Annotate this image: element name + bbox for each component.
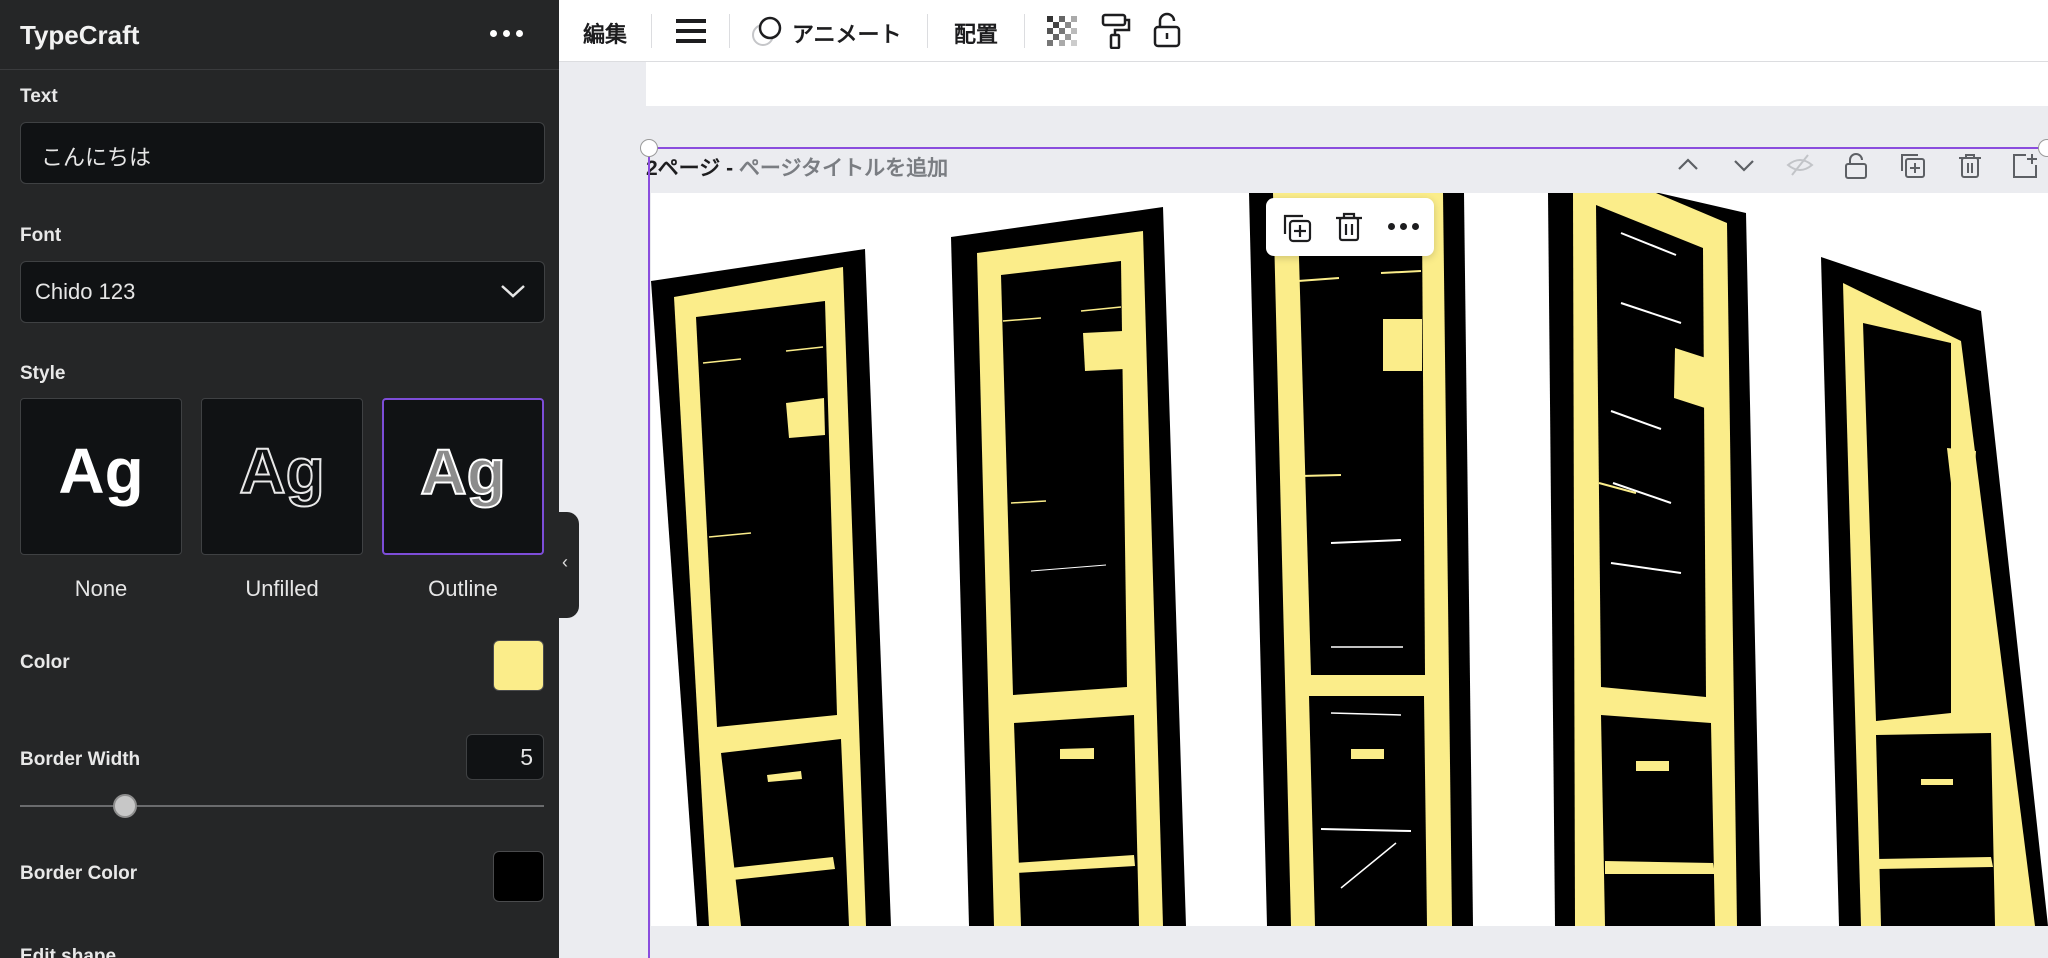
font-select[interactable]: Chido 123 <box>20 261 545 323</box>
text-input[interactable]: こんにちは <box>20 122 545 184</box>
style-label: Style <box>20 363 66 384</box>
style-option-none[interactable]: Ag <box>20 398 182 555</box>
duplicate-icon[interactable] <box>1282 213 1312 243</box>
selection-border-left <box>648 148 650 958</box>
border-color-label: Border Color <box>20 863 138 884</box>
delete-icon[interactable] <box>1958 153 1982 179</box>
page-1-canvas[interactable] <box>646 62 2048 106</box>
artwork-glyph[interactable] <box>651 249 891 926</box>
artwork-glyph[interactable] <box>1548 193 1761 926</box>
toolbar-divider <box>927 14 928 48</box>
style-label-unfilled: Unfilled <box>245 576 319 601</box>
lock-icon[interactable] <box>1844 153 1868 179</box>
chevron-down-icon[interactable] <box>1732 153 1756 177</box>
color-swatch[interactable] <box>493 640 544 691</box>
style-sample-unfilled: Ag <box>238 434 325 508</box>
page-2-canvas[interactable] <box>651 193 2048 926</box>
border-width-input[interactable]: 5 <box>466 734 544 780</box>
add-page-icon[interactable] <box>2012 153 2038 179</box>
style-label-outline: Outline <box>428 576 498 601</box>
toolbar-divider <box>729 14 730 48</box>
top-toolbar: 編集 アニメート 配置 <box>559 0 2048 62</box>
color-label: Color <box>20 652 70 673</box>
border-width-label: Border Width <box>20 749 141 770</box>
panel-header: TypeCraft <box>0 0 559 70</box>
lock-icon[interactable] <box>1153 12 1181 48</box>
style-option-outline[interactable]: Ag <box>382 398 544 555</box>
animate-button[interactable]: アニメート <box>792 17 902 49</box>
page-title-bar[interactable]: 2ページ - ページタイトルを追加 <box>646 152 948 182</box>
animate-icon[interactable] <box>751 15 783 47</box>
chevron-up-icon[interactable] <box>1676 153 1700 177</box>
artwork-glyph[interactable] <box>1249 193 1473 926</box>
hide-icon[interactable] <box>1786 153 1814 177</box>
delete-icon[interactable] <box>1335 212 1363 242</box>
border-width-slider-thumb[interactable] <box>112 794 137 818</box>
resize-handle-top-right[interactable] <box>2038 139 2048 157</box>
chevron-left-icon: ‹ <box>562 552 568 572</box>
toolbar-divider <box>1024 14 1025 48</box>
edit-shape-label: Edit shape <box>20 946 117 958</box>
menu-icon[interactable] <box>676 18 706 44</box>
duplicate-icon[interactable] <box>1900 153 1926 179</box>
artwork-glyph[interactable] <box>951 207 1186 926</box>
paint-roller-icon[interactable] <box>1101 13 1131 49</box>
border-color-swatch[interactable] <box>493 851 544 902</box>
style-sample-none: Ag <box>58 435 144 507</box>
typecraft-panel: TypeCraft Text こんにちは Font Chido 123 Styl… <box>0 0 559 958</box>
page-title-placeholder[interactable]: ページタイトルを追加 <box>739 157 948 180</box>
edit-button[interactable]: 編集 <box>583 17 627 49</box>
typography-artwork[interactable] <box>651 193 2048 926</box>
toolbar-divider <box>651 14 652 48</box>
transparency-icon[interactable] <box>1047 16 1077 46</box>
collapse-panel-button[interactable]: ‹ <box>559 512 579 618</box>
resize-handle-top-left[interactable] <box>640 139 658 157</box>
more-icon[interactable] <box>1388 223 1420 231</box>
artwork-glyph[interactable] <box>1821 257 2048 926</box>
text-input-value: こんにちは <box>41 145 152 170</box>
style-sample-outline: Ag <box>419 435 506 509</box>
font-label: Font <box>20 225 62 246</box>
text-label: Text <box>20 86 58 107</box>
app-title: TypeCraft <box>20 20 140 50</box>
font-select-value: Chido 123 <box>35 279 136 304</box>
element-context-menu <box>1266 198 1434 256</box>
page-number: 2ページ - <box>646 157 739 180</box>
selection-border-top <box>648 147 2048 149</box>
position-button[interactable]: 配置 <box>954 17 998 49</box>
style-label-none: None <box>74 576 128 601</box>
chevron-down-icon <box>501 285 525 298</box>
style-option-unfilled[interactable]: Ag <box>201 398 363 555</box>
more-options-icon[interactable] <box>490 28 526 40</box>
border-width-slider[interactable] <box>20 805 544 807</box>
